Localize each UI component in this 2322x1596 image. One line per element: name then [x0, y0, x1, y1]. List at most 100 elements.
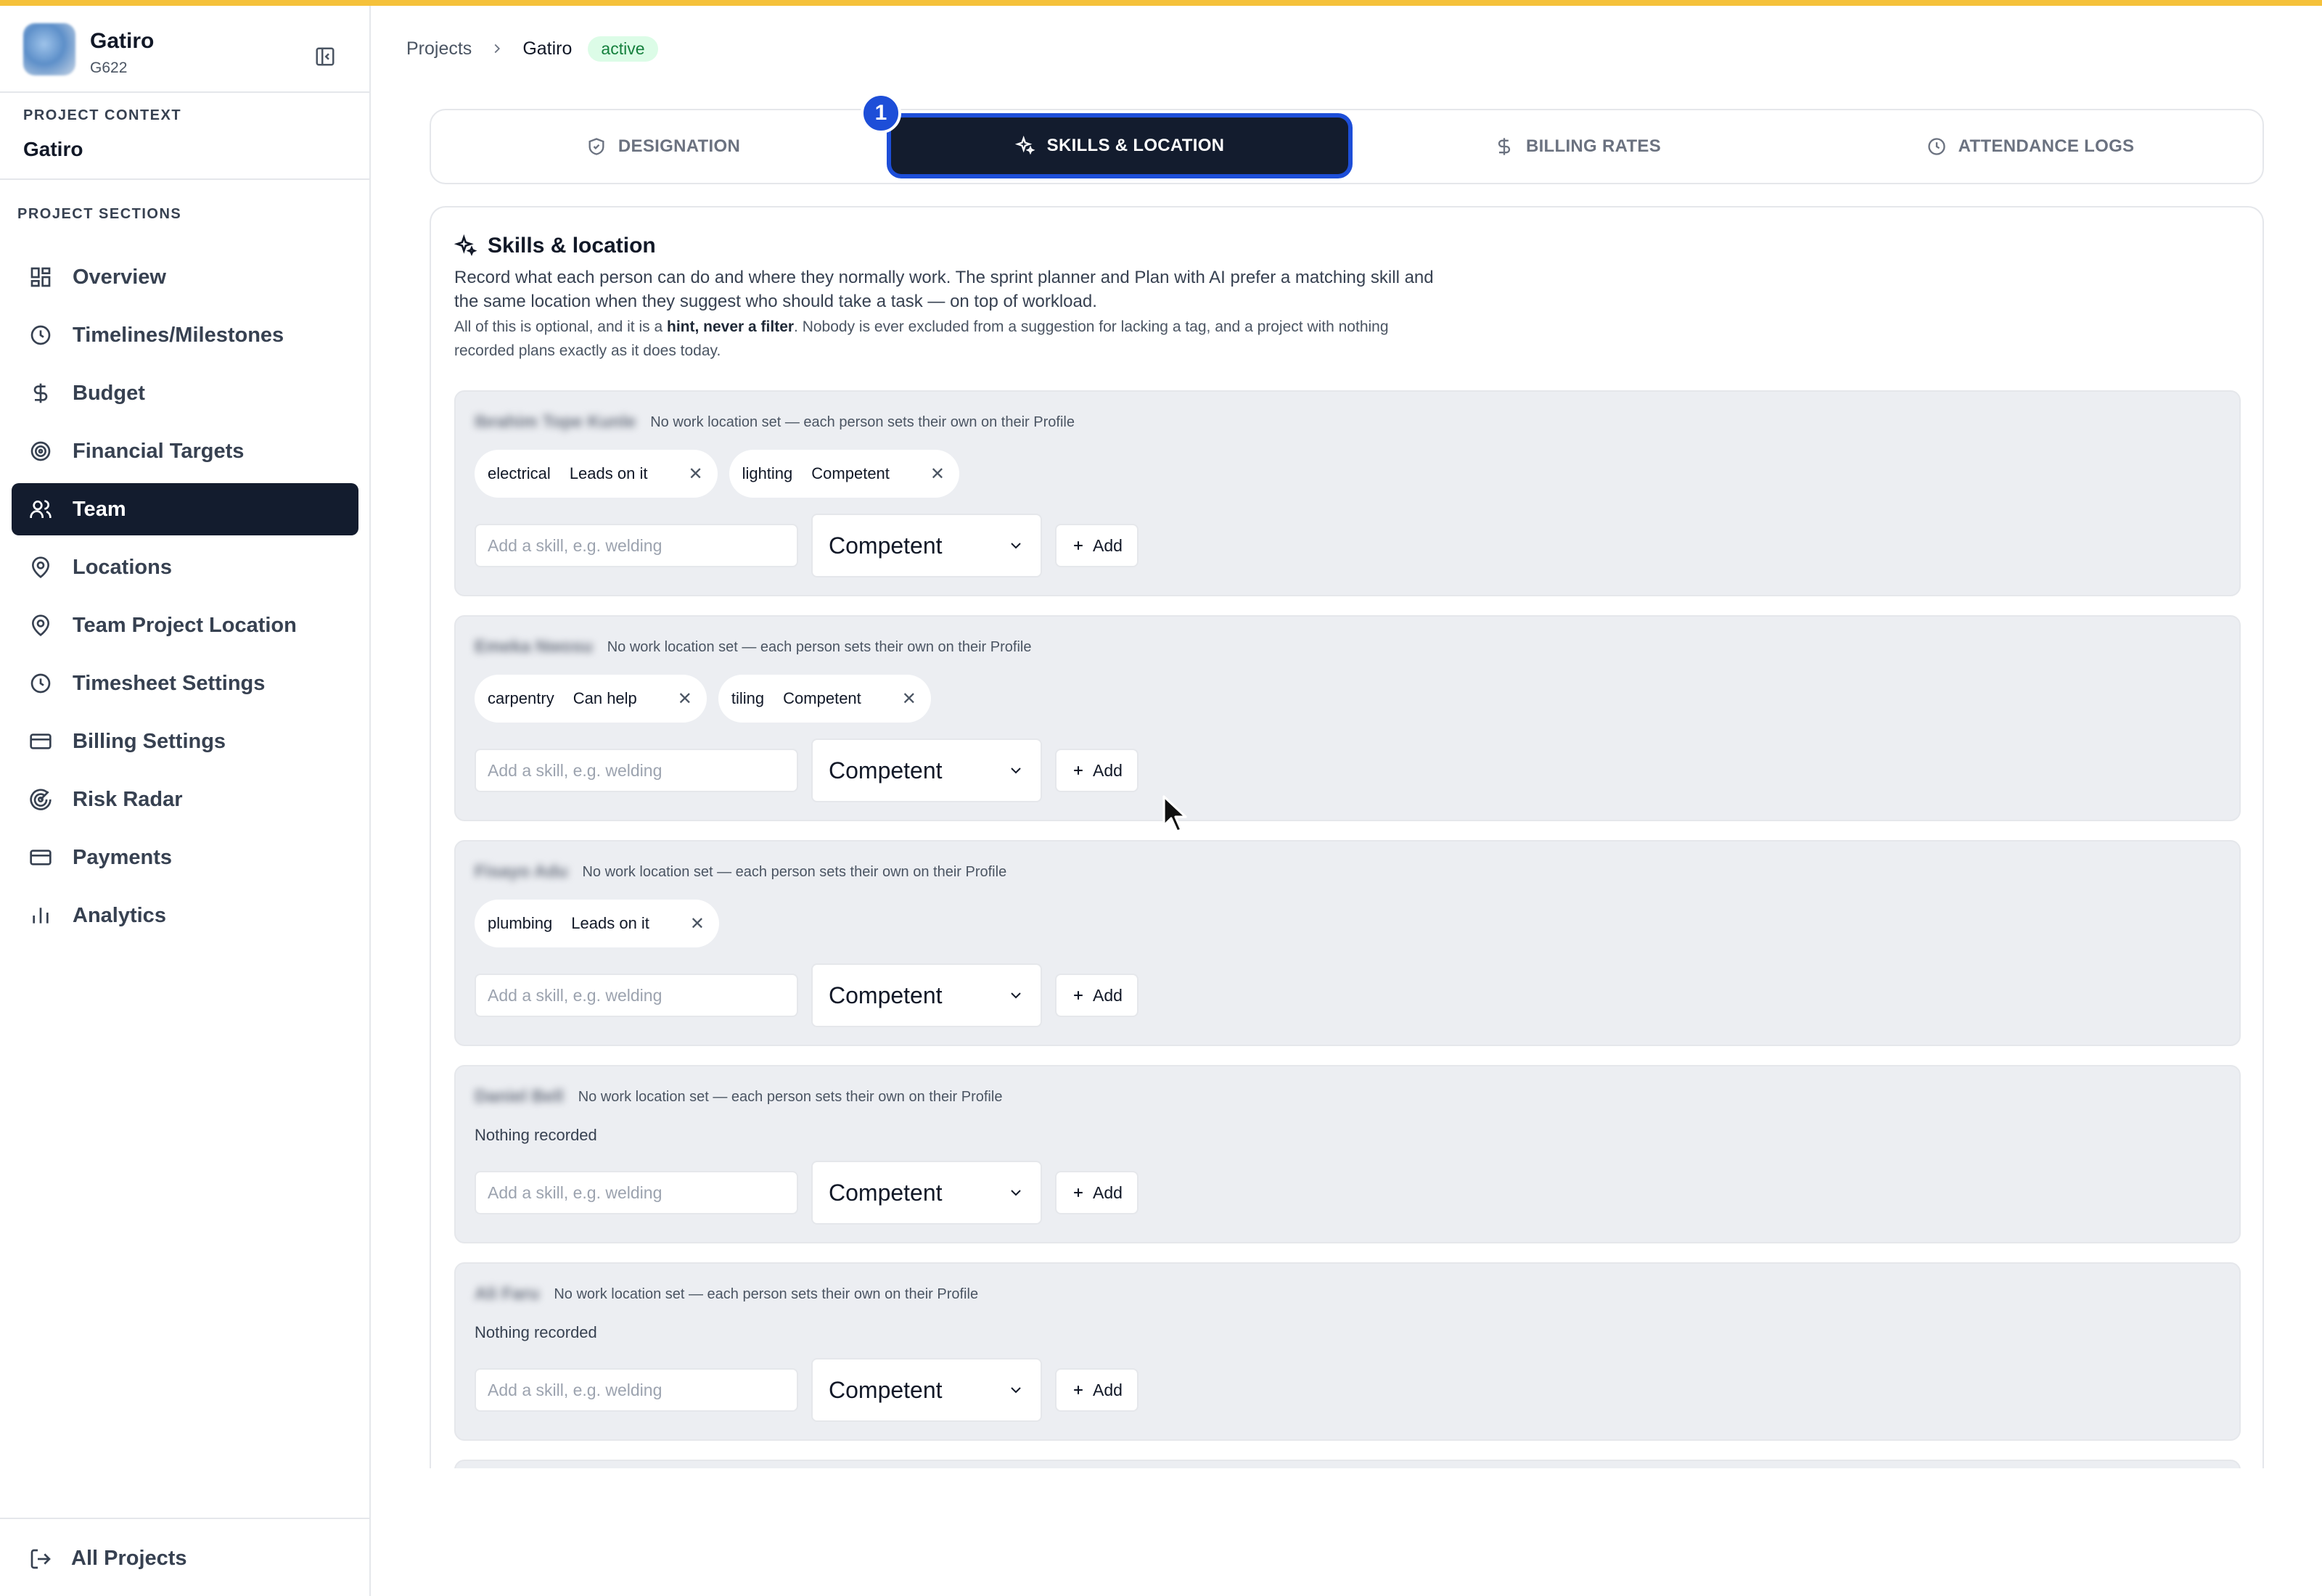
breadcrumb-projects-link[interactable]: Projects [406, 38, 472, 59]
sidebar-item-billing-settings[interactable]: Billing Settings [12, 715, 358, 768]
divider [0, 178, 369, 180]
sidebar-item-label: Risk Radar [73, 787, 183, 811]
skills-location-panel: Skills & location Record what each perso… [430, 206, 2264, 1468]
person-card: Ali Faru No work location set — each per… [454, 1262, 2241, 1441]
skill-chip: plumbing Leads on it ✕ [475, 900, 720, 947]
chevron-down-icon [1011, 543, 1021, 549]
clock-icon [30, 673, 51, 694]
skill-input[interactable] [475, 1368, 798, 1412]
person-card: Daniel Bell No work location set — each … [454, 1065, 2241, 1243]
breadcrumb: Projects Gatiro active [406, 36, 658, 62]
project-context-value: Gatiro [23, 138, 83, 160]
level-select[interactable]: Competent [811, 514, 1042, 577]
breadcrumb-current: Gatiro [522, 38, 573, 59]
person-header: Daniel Bell No work location set — each … [475, 1087, 1002, 1107]
location-note: No work location set — each person sets … [607, 638, 1032, 655]
skill-chip: tiling Competent ✕ [718, 675, 931, 723]
add-skill-button[interactable]: Add [1055, 1368, 1139, 1412]
sidebar-item-label: Financial Targets [73, 439, 245, 463]
tab-designation[interactable]: DESIGNATION [438, 118, 888, 176]
status-badge: active [588, 36, 658, 62]
level-select-value: Competent [829, 982, 943, 1008]
sidebar-item-timesheet-settings[interactable]: Timesheet Settings [12, 657, 358, 709]
person-card-partial [454, 1460, 2241, 1468]
remove-skill-button[interactable]: ✕ [690, 913, 705, 934]
dollar-icon [1498, 138, 1511, 155]
tab-label: BILLING RATES [1525, 136, 1662, 156]
add-skill-button[interactable]: Add [1055, 1171, 1139, 1214]
sidebar-item-label: Payments [73, 845, 173, 869]
skill-chip: lighting Competent ✕ [729, 450, 960, 498]
sidebar-footer: All Projects [0, 1518, 369, 1596]
sidebar-item-timelines[interactable]: Timelines/Milestones [12, 309, 358, 361]
note-prefix: All of this is optional, and it is a [454, 318, 667, 335]
chevron-down-icon [1011, 1387, 1021, 1394]
sidebar-item-team-project-location[interactable]: Team Project Location [12, 599, 358, 651]
level-select[interactable]: Competent [811, 1161, 1042, 1225]
sidebar-item-risk-radar[interactable]: Risk Radar [12, 773, 358, 826]
project-sections-label: PROJECT SECTIONS [17, 206, 182, 222]
sidebar-item-team[interactable]: Team [12, 483, 358, 535]
tab-skills-location[interactable]: SKILLS & LOCATION [891, 118, 1348, 174]
add-button-label: Add [1093, 985, 1123, 1005]
nothing-recorded-text: Nothing recorded [475, 1126, 597, 1144]
person-cards: Ibrahim Tope Kunle No work location set … [454, 390, 2241, 1468]
add-skill-button[interactable]: Add [1055, 749, 1139, 792]
sidebar-item-label: Timesheet Settings [73, 671, 266, 695]
remove-skill-button[interactable]: ✕ [688, 464, 702, 485]
sidebar-item-financial-targets[interactable]: Financial Targets [12, 425, 358, 477]
level-select-value: Competent [829, 532, 943, 559]
tab-billing-rates[interactable]: BILLING RATES [1353, 118, 1802, 176]
sidebar-item-label: Budget [73, 381, 145, 405]
skill-level: Leads on it [569, 464, 648, 482]
chevron-right-icon [489, 41, 505, 57]
bar-chart-icon [33, 908, 49, 924]
person-name: Ibrahim Tope Kunle [475, 412, 636, 432]
remove-skill-button[interactable]: ✕ [930, 464, 945, 485]
project-name: Gatiro [90, 29, 155, 53]
skill-input[interactable] [475, 524, 798, 567]
add-skill-button[interactable]: Add [1055, 524, 1139, 567]
tab-attendance-logs[interactable]: ATTENDANCE LOGS [1805, 118, 2255, 176]
skill-chip: electrical Leads on it ✕ [475, 450, 718, 498]
project-code: G622 [90, 59, 128, 76]
note-emphasis: hint, never a filter [667, 318, 795, 335]
mouse-cursor-icon [1162, 795, 1187, 833]
person-card: Fisayo Adu No work location set — each p… [454, 840, 2241, 1046]
grid-icon [30, 267, 51, 287]
skill-input[interactable] [475, 749, 798, 792]
add-button-label: Add [1093, 1380, 1123, 1399]
sidebar-item-label: Billing Settings [73, 729, 226, 753]
skill-input[interactable] [475, 1171, 798, 1214]
sidebar-item-budget[interactable]: Budget [12, 367, 358, 419]
skill-name: plumbing [488, 914, 553, 932]
add-skill-row: Competent Add [475, 1161, 1139, 1225]
level-select[interactable]: Competent [811, 1358, 1042, 1422]
remove-skill-button[interactable]: ✕ [902, 688, 916, 709]
level-select[interactable]: Competent [811, 739, 1042, 802]
brand: Gatiro G622 [23, 19, 357, 84]
level-select[interactable]: Competent [811, 963, 1042, 1027]
sidebar-item-payments[interactable]: Payments [12, 831, 358, 884]
person-header: Fisayo Adu No work location set — each p… [475, 862, 1006, 882]
skill-name: lighting [742, 464, 793, 482]
sidebar-item-locations[interactable]: Locations [12, 541, 358, 593]
remove-skill-button[interactable]: ✕ [678, 688, 692, 709]
step-badge: 1 [861, 93, 901, 133]
location-note: No work location set — each person sets … [582, 863, 1007, 880]
sidebar-item-overview[interactable]: Overview [12, 251, 358, 303]
skill-name: electrical [488, 464, 551, 482]
chevron-down-icon [1011, 992, 1021, 999]
sidebar-item-analytics[interactable]: Analytics [12, 889, 358, 942]
skill-level: Competent [783, 689, 861, 707]
add-skill-button[interactable]: Add [1055, 974, 1139, 1017]
person-card: Ibrahim Tope Kunle No work location set … [454, 390, 2241, 596]
sparkles-icon [454, 234, 477, 257]
level-select-value: Competent [829, 757, 943, 783]
skill-name: tiling [731, 689, 765, 707]
panel-title: Skills & location [454, 234, 656, 258]
collapse-sidebar-button[interactable] [308, 39, 342, 74]
all-projects-link[interactable]: All Projects [29, 1547, 187, 1571]
sidebar-nav: Overview Timelines/Milestones Budget Fin… [12, 251, 358, 947]
skill-input[interactable] [475, 974, 798, 1017]
